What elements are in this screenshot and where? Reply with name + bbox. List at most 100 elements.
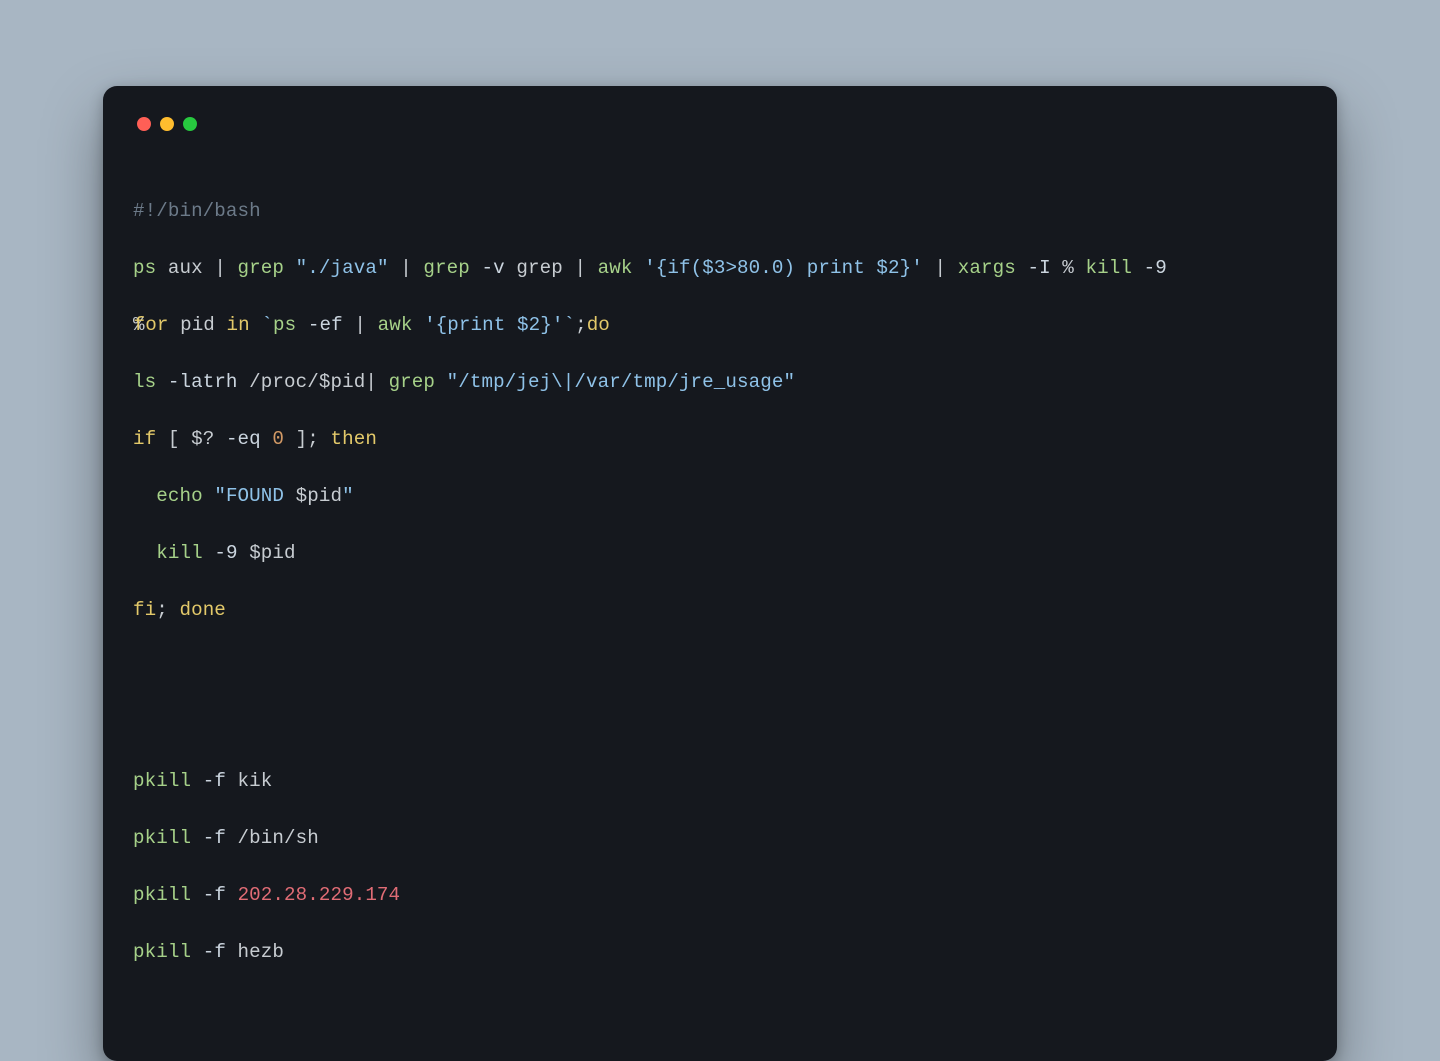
token: pkill <box>133 770 191 792</box>
token: "./java" <box>296 257 389 279</box>
token: " <box>342 485 354 507</box>
token: -f <box>203 941 226 963</box>
code-block: #!/bin/bash ps aux | grep "./java" | gre… <box>133 168 1307 1023</box>
token: 0 <box>272 428 284 450</box>
code-line: pkill -f /bin/sh <box>133 824 1307 853</box>
token: pkill <box>133 884 191 906</box>
token: awk <box>598 257 633 279</box>
token: fi <box>133 599 156 621</box>
token <box>284 257 296 279</box>
token: '{print $2}' <box>424 314 563 336</box>
token: echo <box>156 485 202 507</box>
token <box>214 428 226 450</box>
token <box>226 884 238 906</box>
token <box>412 314 424 336</box>
token: -I <box>1027 257 1050 279</box>
token <box>191 941 203 963</box>
token: | <box>365 371 388 393</box>
code-line: pkill -f kik <box>133 767 1307 796</box>
token: for <box>134 314 169 336</box>
token: ps <box>273 314 296 336</box>
token: xargs <box>958 257 1016 279</box>
token: pkill <box>133 827 191 849</box>
token <box>156 371 168 393</box>
token <box>923 257 935 279</box>
token: -eq <box>226 428 261 450</box>
zoom-icon[interactable] <box>183 117 197 131</box>
token: ; <box>575 314 587 336</box>
token <box>191 884 203 906</box>
token: ls <box>133 371 156 393</box>
token: $? <box>191 428 214 450</box>
token: -latrh <box>168 371 238 393</box>
token <box>238 542 250 564</box>
code-line: pkill -f 202.28.229.174 <box>133 881 1307 910</box>
token <box>633 257 645 279</box>
token <box>435 371 447 393</box>
token <box>203 542 215 564</box>
token: do <box>587 314 610 336</box>
token: awk <box>378 314 413 336</box>
code-line: ps aux | grep "./java" | grep -v grep | … <box>133 254 1307 283</box>
blank-line <box>133 653 1307 682</box>
token: | <box>935 257 958 279</box>
token: $pid <box>319 371 365 393</box>
token: ]; <box>284 428 330 450</box>
token <box>296 314 308 336</box>
token: % <box>1051 257 1086 279</box>
token: if <box>133 428 156 450</box>
close-icon[interactable] <box>137 117 151 131</box>
blank-line <box>133 710 1307 739</box>
token: hezb <box>226 941 284 963</box>
token <box>1132 257 1144 279</box>
token <box>470 257 482 279</box>
token: -9 <box>1144 257 1167 279</box>
minimize-icon[interactable] <box>160 117 174 131</box>
code-line: fi; done <box>133 596 1307 625</box>
token: grep <box>505 257 575 279</box>
token: ps <box>133 257 156 279</box>
token: '{if($3>80.0) print $2}' <box>644 257 923 279</box>
token: grep <box>389 371 435 393</box>
token: $pid <box>249 542 295 564</box>
token: | <box>354 314 377 336</box>
code-line: ls -latrh /proc/$pid| grep "/tmp/jej\|/v… <box>133 368 1307 397</box>
token: -f <box>203 884 226 906</box>
token: | <box>214 257 237 279</box>
terminal-window: #!/bin/bash ps aux | grep "./java" | gre… <box>103 86 1337 1061</box>
token: | <box>574 257 597 279</box>
code-line: kill -9 $pid <box>133 539 1307 568</box>
token: "FOUND <box>214 485 295 507</box>
token <box>261 428 273 450</box>
token: $pid <box>296 485 342 507</box>
token: kill <box>156 542 202 564</box>
code-line: echo "FOUND $pid" <box>133 482 1307 511</box>
stage: #!/bin/bash ps aux | grep "./java" | gre… <box>0 0 1440 702</box>
code-line: pkill -f hezb <box>133 938 1307 967</box>
token <box>133 542 156 564</box>
window-titlebar <box>137 116 1307 132</box>
token <box>250 314 262 336</box>
token: ` <box>563 314 575 336</box>
token: /proc/ <box>238 371 319 393</box>
token: kill <box>1086 257 1132 279</box>
ip-literal: 202.28.229.174 <box>238 884 401 906</box>
token: pkill <box>133 941 191 963</box>
token: | <box>400 257 423 279</box>
token <box>133 485 156 507</box>
token <box>343 314 355 336</box>
token: grep <box>238 257 284 279</box>
token: kik <box>226 770 272 792</box>
code-line: #!/bin/bash <box>133 197 1307 226</box>
shebang: #!/bin/bash <box>133 200 261 222</box>
token <box>203 485 215 507</box>
token: "/tmp/jej\|/var/tmp/jre_usage" <box>447 371 795 393</box>
token <box>1016 257 1028 279</box>
token: -ef <box>308 314 343 336</box>
token: grep <box>423 257 469 279</box>
token: -v <box>482 257 505 279</box>
token: -9 <box>214 542 237 564</box>
token <box>389 257 401 279</box>
token: -f <box>203 770 226 792</box>
token: pid <box>168 314 226 336</box>
